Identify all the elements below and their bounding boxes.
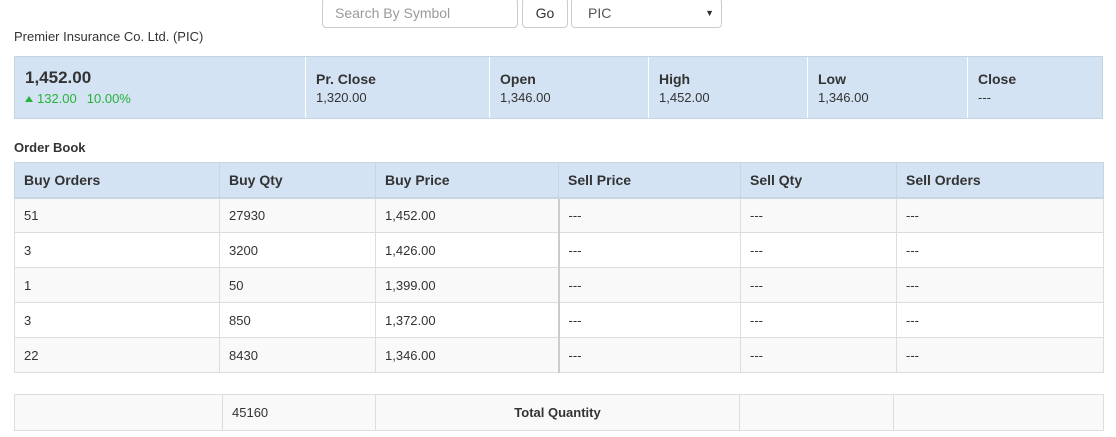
cell-sell-orders: --- [896, 232, 1104, 268]
stat-value: 1,346.00 [500, 90, 551, 105]
stat-value: 1,452.00 [659, 90, 710, 105]
stat-label: Open [500, 71, 536, 87]
cell-sell-orders: --- [896, 267, 1104, 303]
stat-value: 1,346.00 [818, 90, 869, 105]
up-arrow-icon [25, 96, 33, 102]
cell-sell-orders: --- [896, 302, 1104, 338]
header-sell-orders: Sell Orders [896, 162, 1104, 199]
symbol-select[interactable]: PIC ▼ [571, 0, 722, 28]
cell-buy-orders: 51 [14, 197, 220, 233]
change-value: 132.00 [37, 91, 77, 106]
header-sell-qty: Sell Qty [740, 162, 897, 199]
cell-sell-qty: --- [740, 337, 897, 373]
cell-buy-qty: 50 [219, 267, 376, 303]
table-row: 22 8430 1,346.00 --- --- --- [14, 337, 1104, 373]
last-price: 1,452.00 [25, 68, 92, 87]
cell-buy-price: 1,399.00 [375, 267, 559, 303]
stat-prev-close: Pr. Close 1,320.00 [306, 57, 490, 118]
cell-sell-qty: --- [740, 197, 897, 233]
company-title: Premier Insurance Co. Ltd. (PIC) [14, 29, 204, 44]
stat-label: High [659, 71, 691, 87]
go-button[interactable]: Go [522, 0, 568, 28]
stat-label: Low [818, 71, 846, 87]
stat-value: --- [978, 90, 991, 105]
order-book-title: Order Book [14, 140, 86, 155]
cell-sell-qty: --- [740, 267, 897, 303]
cell-buy-orders: 1 [14, 267, 220, 303]
total-row: 45160 Total Quantity [14, 394, 1104, 431]
cell-buy-price: 1,372.00 [375, 302, 559, 338]
stat-value: 1,320.00 [316, 90, 367, 105]
table-row: 3 850 1,372.00 --- --- --- [14, 302, 1104, 338]
table-header-row: Buy Orders Buy Qty Buy Price Sell Price … [14, 162, 1104, 199]
cell-sell-orders: --- [896, 337, 1104, 373]
cell-buy-orders: 3 [14, 302, 220, 338]
cell-buy-price: 1,426.00 [375, 232, 559, 268]
cell-buy-orders: 22 [14, 337, 220, 373]
total-quantity-label: Total Quantity [375, 394, 740, 431]
header-buy-price: Buy Price [375, 162, 559, 199]
change-percent: 10.00% [86, 91, 131, 106]
cell-buy-qty: 27930 [219, 197, 376, 233]
cell-sell-price: --- [557, 302, 741, 338]
stat-close: Close --- [968, 57, 1102, 118]
caret-down-icon: ▼ [705, 8, 714, 18]
search-input[interactable] [322, 0, 518, 28]
cell-sell-qty: --- [740, 302, 897, 338]
cell-buy-qty: 850 [219, 302, 376, 338]
cell-sell-orders: --- [896, 197, 1104, 233]
header-buy-qty: Buy Qty [219, 162, 376, 199]
quote-strip: 1,452.00 132.00 10.00% Pr. Close 1,320.00… [14, 56, 1103, 119]
cell-sell-qty: --- [740, 232, 897, 268]
total-empty-cell [739, 394, 894, 431]
table-row: 3 3200 1,426.00 --- --- --- [14, 232, 1104, 268]
symbol-select-value: PIC [588, 5, 612, 21]
total-empty-cell [14, 394, 223, 431]
cell-buy-qty: 8430 [219, 337, 376, 373]
stat-label: Pr. Close [316, 71, 376, 87]
total-quantity-table: 45160 Total Quantity [14, 394, 1104, 431]
stat-low: Low 1,346.00 [808, 57, 968, 118]
cell-sell-price: --- [557, 197, 741, 233]
table-row: 1 50 1,399.00 --- --- --- [14, 267, 1104, 303]
price-change: 132.00 10.00% [25, 91, 295, 106]
table-row: 51 27930 1,452.00 --- --- --- [14, 197, 1104, 233]
cell-sell-price: --- [557, 337, 741, 373]
cell-buy-qty: 3200 [219, 232, 376, 268]
cell-buy-price: 1,452.00 [375, 197, 559, 233]
cell-sell-price: --- [557, 267, 741, 303]
cell-buy-price: 1,346.00 [375, 337, 559, 373]
stat-high: High 1,452.00 [649, 57, 808, 118]
quote-price-cell: 1,452.00 132.00 10.00% [15, 57, 306, 118]
header-buy-orders: Buy Orders [14, 162, 220, 199]
header-sell-price: Sell Price [558, 162, 741, 199]
stat-label: Close [978, 71, 1017, 87]
total-buy-qty: 45160 [222, 394, 376, 431]
total-empty-cell [893, 394, 1104, 431]
stat-open: Open 1,346.00 [490, 57, 649, 118]
cell-sell-price: --- [557, 232, 741, 268]
cell-buy-orders: 3 [14, 232, 220, 268]
order-book-table: Buy Orders Buy Qty Buy Price Sell Price … [14, 162, 1104, 373]
